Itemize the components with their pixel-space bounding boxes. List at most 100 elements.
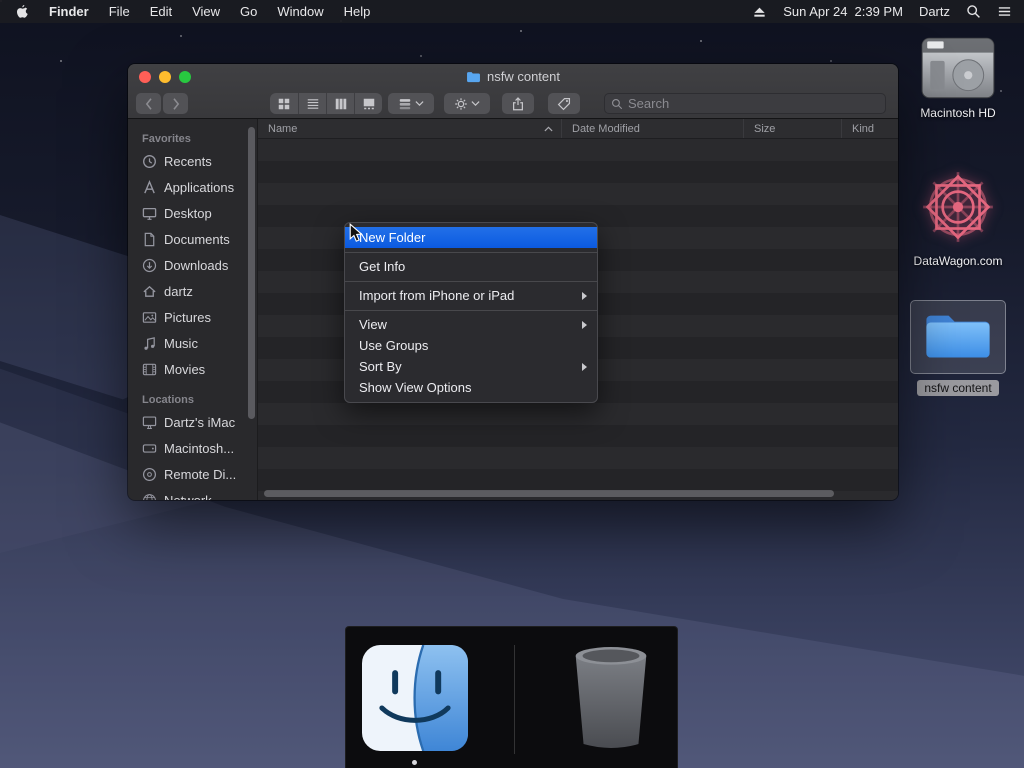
zoom-button[interactable] (179, 71, 191, 83)
column-header-kind[interactable]: Kind (841, 119, 898, 138)
icon-view-button[interactable] (270, 93, 298, 114)
eject-menu-extra[interactable] (752, 4, 767, 19)
menu-view[interactable]: View (182, 4, 230, 19)
column-view-icon (334, 97, 348, 111)
search-input[interactable] (628, 96, 879, 111)
share-button[interactable] (502, 93, 534, 114)
gallery-view-button[interactable] (354, 93, 382, 114)
sidebar-item-label: Music (164, 335, 198, 351)
context-menu-item-use-groups[interactable]: Use Groups (345, 335, 597, 356)
app-menu-finder[interactable]: Finder (39, 4, 99, 19)
sidebar-item-network[interactable]: Network (128, 487, 257, 500)
sidebar-item-label: Applications (164, 179, 235, 195)
desktop-icon-label: DataWagon.com (913, 254, 1003, 268)
context-menu-item-sort-by[interactable]: Sort By (345, 356, 597, 377)
sidebar-item-music[interactable]: Music (128, 330, 257, 356)
menu-help[interactable]: Help (334, 4, 381, 19)
chevron-left-icon (142, 97, 156, 111)
finder-dock-icon[interactable] (362, 645, 468, 751)
sidebar-item-recents[interactable]: Recents (128, 148, 257, 174)
notification-center-menu-extra[interactable] (997, 4, 1012, 19)
user-switch-menu[interactable]: Dartz (919, 4, 950, 19)
apple-menu[interactable] (12, 4, 39, 19)
chevron-right-icon (169, 97, 183, 111)
sidebar-item-movies[interactable]: Movies (128, 356, 257, 382)
spotlight-menu-extra[interactable] (966, 4, 981, 19)
sort-ascending-icon (544, 126, 553, 132)
close-button[interactable] (139, 71, 151, 83)
disc-icon (142, 467, 157, 482)
action-menu-button[interactable] (444, 93, 490, 114)
back-button[interactable] (136, 93, 161, 114)
column-header-date-modified[interactable]: Date Modified (561, 119, 743, 138)
sidebar-item-label: Movies (164, 361, 206, 377)
sidebar-item-home-dartz[interactable]: dartz (128, 278, 257, 304)
menu-bar: Finder File Edit View Go Window Help Sun… (0, 0, 1024, 23)
desktop-icon-label: Macintosh HD (920, 106, 996, 120)
trash-dock-icon[interactable] (562, 641, 660, 753)
search-field[interactable] (604, 93, 886, 114)
sidebar-item-macintosh-hd[interactable]: Macintosh... (128, 435, 257, 461)
minimize-button[interactable] (159, 71, 171, 83)
context-menu-item-get-info[interactable]: Get Info (345, 256, 597, 277)
sidebar-item-remote-disc[interactable]: Remote Di... (128, 461, 257, 487)
menu-go[interactable]: Go (230, 4, 267, 19)
menu-item-label: Show View Options (359, 380, 472, 395)
sidebar-item-pictures[interactable]: Pictures (128, 304, 257, 330)
column-header-name[interactable]: Name (258, 119, 561, 138)
folder-proxy-icon[interactable] (466, 71, 481, 83)
column-label: Kind (852, 122, 875, 135)
movies-icon (142, 362, 157, 377)
column-view-button[interactable] (326, 93, 354, 114)
desktop-icon-macintosh-hd[interactable]: Macintosh HD (902, 36, 1014, 120)
gear-icon (454, 97, 468, 111)
menu-separator (345, 280, 597, 282)
search-icon (966, 4, 981, 19)
sidebar-item-label: Remote Di... (164, 466, 237, 482)
context-menu-item-import-from-iphone[interactable]: Import from iPhone or iPad (345, 285, 597, 306)
sidebar-item-label: Pictures (164, 309, 211, 325)
sidebar-item-label: Macintosh... (164, 440, 235, 456)
desktop-icon-nsfw-content[interactable]: nsfw content (902, 300, 1014, 396)
context-menu-item-view[interactable]: View (345, 314, 597, 335)
gallery-view-icon (362, 97, 376, 111)
macintosh-hd-drive-icon (921, 37, 995, 99)
sidebar-item-desktop[interactable]: Desktop (128, 200, 257, 226)
sidebar-item-applications[interactable]: Applications (128, 174, 257, 200)
horizontal-scrollbar[interactable] (264, 490, 834, 497)
desktop-icon-datawagon[interactable]: DataWagon.com (902, 166, 1014, 268)
sidebar-section-favorites: Favorites (142, 133, 191, 145)
sidebar-item-label: Recents (164, 153, 212, 169)
sidebar-item-documents[interactable]: Documents (128, 226, 257, 252)
share-icon (511, 97, 525, 111)
sidebar-item-label: Desktop (164, 205, 212, 221)
menu-file[interactable]: File (99, 4, 140, 19)
sidebar-item-dartzs-imac[interactable]: Dartz's iMac (128, 409, 257, 435)
group-by-button[interactable] (388, 93, 434, 114)
title-bar[interactable]: nsfw content (128, 64, 898, 89)
hard-drive-icon (142, 441, 157, 456)
sidebar-item-label: Documents (164, 231, 230, 247)
context-menu-item-new-folder[interactable]: New Folder (345, 227, 597, 248)
submenu-arrow-icon (581, 291, 588, 301)
sidebar-item-label: dartz (164, 283, 193, 299)
column-header-size[interactable]: Size (743, 119, 841, 138)
menu-edit[interactable]: Edit (140, 4, 182, 19)
tags-button[interactable] (548, 93, 580, 114)
column-label: Size (754, 122, 776, 135)
column-label: Date Modified (572, 122, 640, 135)
sidebar-item-downloads[interactable]: Downloads (128, 252, 257, 278)
sidebar-item-label: Network (164, 492, 212, 501)
toolbar (128, 89, 898, 118)
list-view-button[interactable] (298, 93, 326, 114)
recents-icon (142, 154, 157, 169)
chevron-down-icon (471, 100, 480, 107)
sidebar-scrollbar[interactable] (248, 127, 255, 419)
desktop[interactable]: Finder File Edit View Go Window Help Sun… (0, 0, 1024, 768)
context-menu-item-show-view-options[interactable]: Show View Options (345, 377, 597, 398)
desktop-icon-label-selected: nsfw content (917, 380, 999, 396)
chevron-down-icon (415, 100, 424, 107)
forward-button[interactable] (163, 93, 188, 114)
clock-menu-extra[interactable]: Sun Apr 24 2:39 PM (783, 4, 903, 19)
menu-window[interactable]: Window (267, 4, 333, 19)
